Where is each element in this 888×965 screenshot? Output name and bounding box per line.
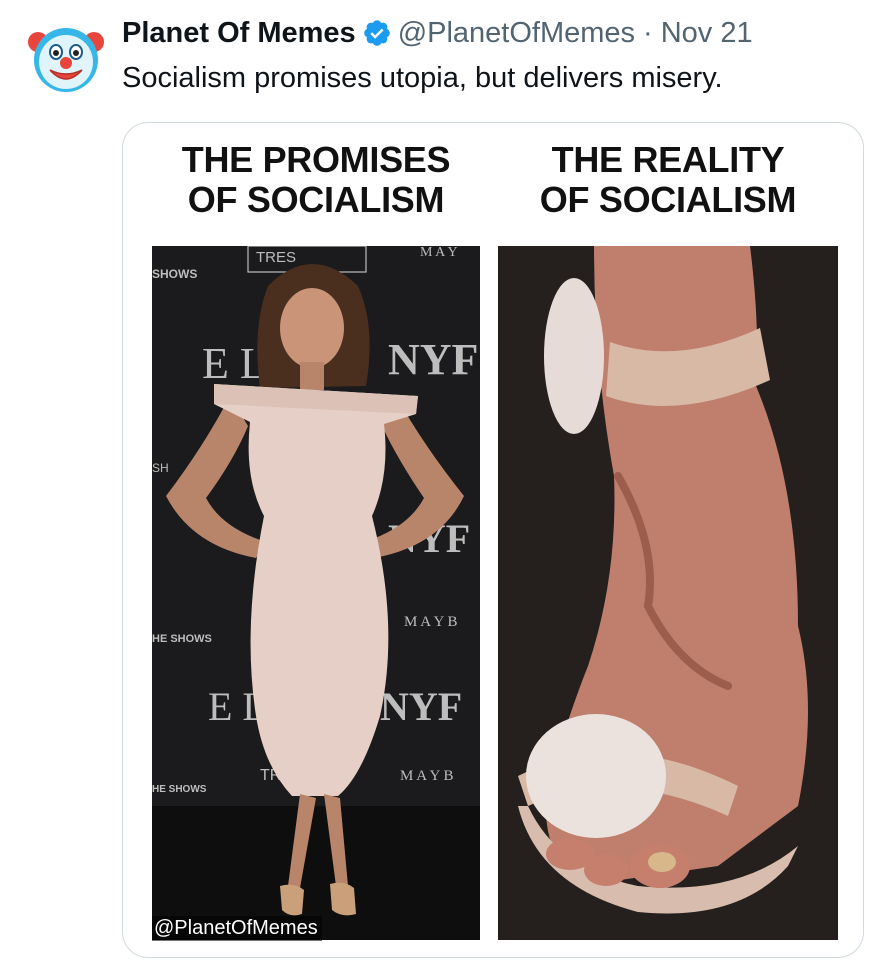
meme-title-left-line1: THE PROMISES bbox=[181, 139, 451, 180]
backdrop-text-nyfw-1: NYF bbox=[388, 335, 478, 384]
backdrop-text-mayb-2: M A Y B bbox=[400, 768, 454, 784]
separator-dot: · bbox=[643, 17, 653, 49]
backdrop-text-mayb-1: M A Y B bbox=[404, 614, 458, 630]
meme-title-left-line2: OF SOCIALISM bbox=[187, 179, 445, 220]
display-name[interactable]: Planet Of Memes bbox=[122, 14, 356, 52]
avatar[interactable] bbox=[28, 20, 104, 96]
backdrop-text-tre: TRES bbox=[256, 249, 296, 266]
backdrop-text-elle-1: E L bbox=[202, 339, 267, 388]
verified-badge-icon[interactable] bbox=[362, 18, 392, 48]
tweet-header: Planet Of Memes @PlanetOfMemes · Nov 21 bbox=[122, 14, 753, 52]
meme-title-right-line1: THE REALITY bbox=[551, 139, 785, 180]
meme-photo-left[interactable]: SHOWS M A Y E L NYF SH NYF M A Y B HE SH… bbox=[152, 246, 480, 940]
backdrop-text-nyfw-3: NYF bbox=[380, 684, 462, 729]
backdrop-text-shows: SHOWS bbox=[152, 267, 197, 281]
meme-photo-right[interactable] bbox=[498, 246, 838, 940]
backdrop-text-the-shows-1: HE SHOWS bbox=[152, 633, 212, 645]
backdrop-text-may: M A Y bbox=[420, 246, 458, 260]
meme-title-right-line2: OF SOCIALISM bbox=[539, 179, 797, 220]
timestamp[interactable]: Nov 21 bbox=[661, 14, 753, 52]
meme-title-left: THE PROMISES OF SOCIALISM bbox=[152, 140, 480, 220]
tweet-text: Socialism promises utopia, but delivers … bbox=[122, 62, 723, 94]
backdrop-text-the-shows-2: HE SHOWS bbox=[152, 784, 207, 795]
backdrop-text-sh: SH bbox=[152, 461, 169, 475]
meme-title-right: THE REALITY OF SOCIALISM bbox=[498, 140, 838, 220]
handle[interactable]: @PlanetOfMemes bbox=[398, 14, 635, 52]
watermark: @PlanetOfMemes bbox=[152, 916, 322, 941]
clown-face-icon bbox=[28, 28, 104, 92]
